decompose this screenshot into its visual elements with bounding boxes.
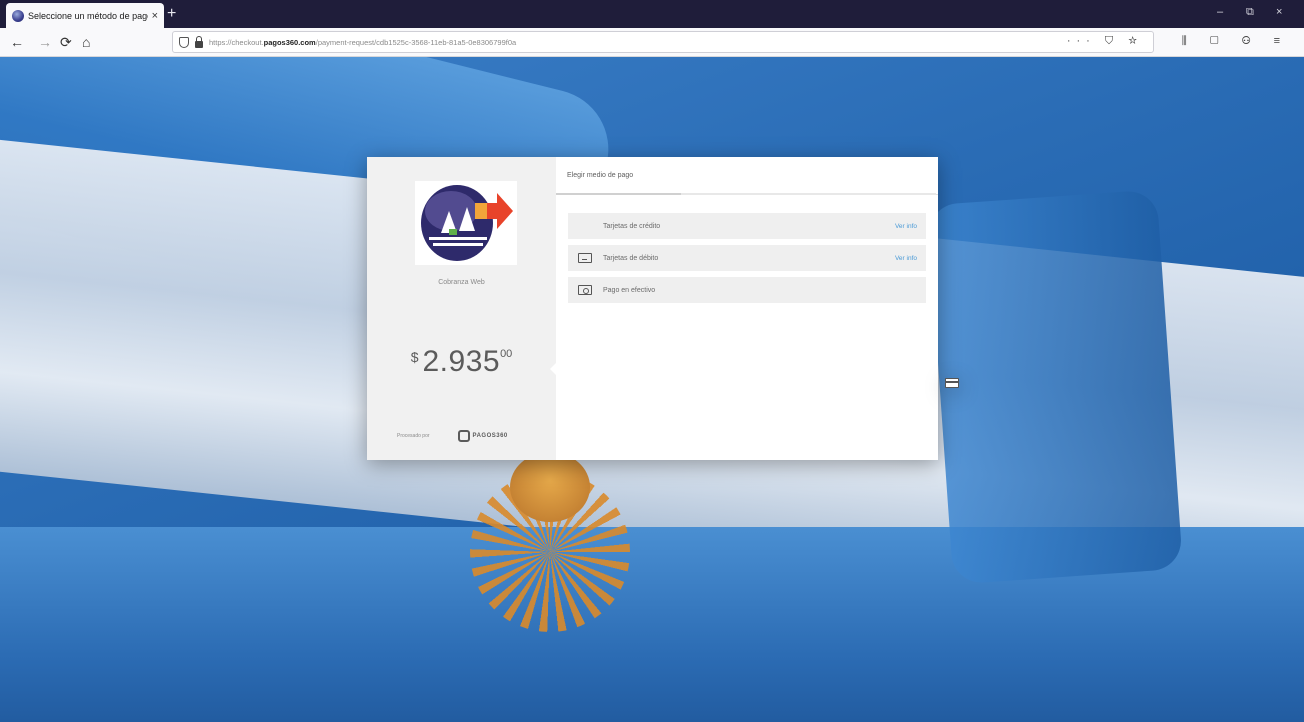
minimize-button[interactable]: – xyxy=(1217,6,1223,18)
amount-cents: 00 xyxy=(500,348,513,360)
tracking-shield-icon[interactable] xyxy=(179,36,189,48)
view-info-link[interactable]: Ver info xyxy=(895,223,917,230)
tab-choose-method[interactable]: Elegir medio de pago xyxy=(556,157,938,195)
browser-titlebar: Seleccione un método de pago × + – ⧉ × xyxy=(0,0,1304,28)
summary-panel: Cobranza Web $2.93500 Procesado por PAGO… xyxy=(367,157,556,460)
forward-button[interactable]: → xyxy=(38,34,52,50)
method-label: Tarjetas de débito xyxy=(603,254,659,262)
tab-title: Seleccione un método de pago xyxy=(28,10,148,21)
powered-by: Procesado por PAGOS360 xyxy=(397,430,508,442)
close-window-button[interactable]: × xyxy=(1276,6,1282,18)
merchant-name: Cobranza Web xyxy=(438,279,485,286)
method-label: Pago en efectivo xyxy=(603,286,656,294)
lock-icon[interactable] xyxy=(195,35,203,48)
amount-integer: 2.935 xyxy=(422,345,501,378)
back-button[interactable]: ← xyxy=(10,34,24,50)
browser-tab[interactable]: Seleccione un método de pago × xyxy=(6,3,164,28)
page-actions-icon[interactable]: ··· ⛉ ☆ xyxy=(1067,35,1143,48)
tab-label: Elegir medio de pago xyxy=(567,172,634,179)
toolbar-icons[interactable]: ⫼ ▢ ⚇ ≡ xyxy=(1182,35,1290,48)
method-debit-card[interactable]: Tarjetas de débito Ver info xyxy=(568,245,926,271)
active-tab-indicator xyxy=(556,193,681,195)
payment-methods-panel: Elegir medio de pago Tarjetas de crédito… xyxy=(556,157,959,460)
method-cash[interactable]: Pago en efectivo xyxy=(568,277,926,303)
favicon-icon xyxy=(12,9,24,22)
processor-name: PAGOS360 xyxy=(472,433,508,439)
credit-card-icon xyxy=(945,378,959,388)
url-text[interactable]: https://checkout.pagos360.com/payment-re… xyxy=(209,38,516,47)
merchant-logo xyxy=(415,181,517,265)
maximize-button[interactable]: ⧉ xyxy=(1246,6,1254,19)
address-bar[interactable]: https://checkout.pagos360.com/payment-re… xyxy=(172,31,1154,53)
pagos360-logo-icon xyxy=(457,430,470,442)
sun-of-may-image xyxy=(440,452,660,632)
powered-by-label: Procesado por xyxy=(397,433,430,439)
browser-navbar: ← → ⟳ ⌂ https://checkout.pagos360.com/pa… xyxy=(0,28,1304,57)
home-button[interactable]: ⌂ xyxy=(82,34,90,50)
cash-icon xyxy=(578,285,592,295)
currency-symbol: $ xyxy=(410,349,419,365)
new-tab-button[interactable]: + xyxy=(167,5,176,23)
payment-card: Cobranza Web $2.93500 Procesado por PAGO… xyxy=(367,157,959,460)
method-label: Tarjetas de crédito xyxy=(603,222,661,230)
debit-card-icon xyxy=(578,253,592,263)
reload-button[interactable]: ⟳ xyxy=(60,34,72,50)
payment-amount: $2.93500 xyxy=(367,345,556,379)
method-credit-card[interactable]: Tarjetas de crédito Ver info xyxy=(568,213,959,388)
view-info-link[interactable]: Ver info xyxy=(895,255,917,262)
close-tab-icon[interactable]: × xyxy=(152,10,158,22)
